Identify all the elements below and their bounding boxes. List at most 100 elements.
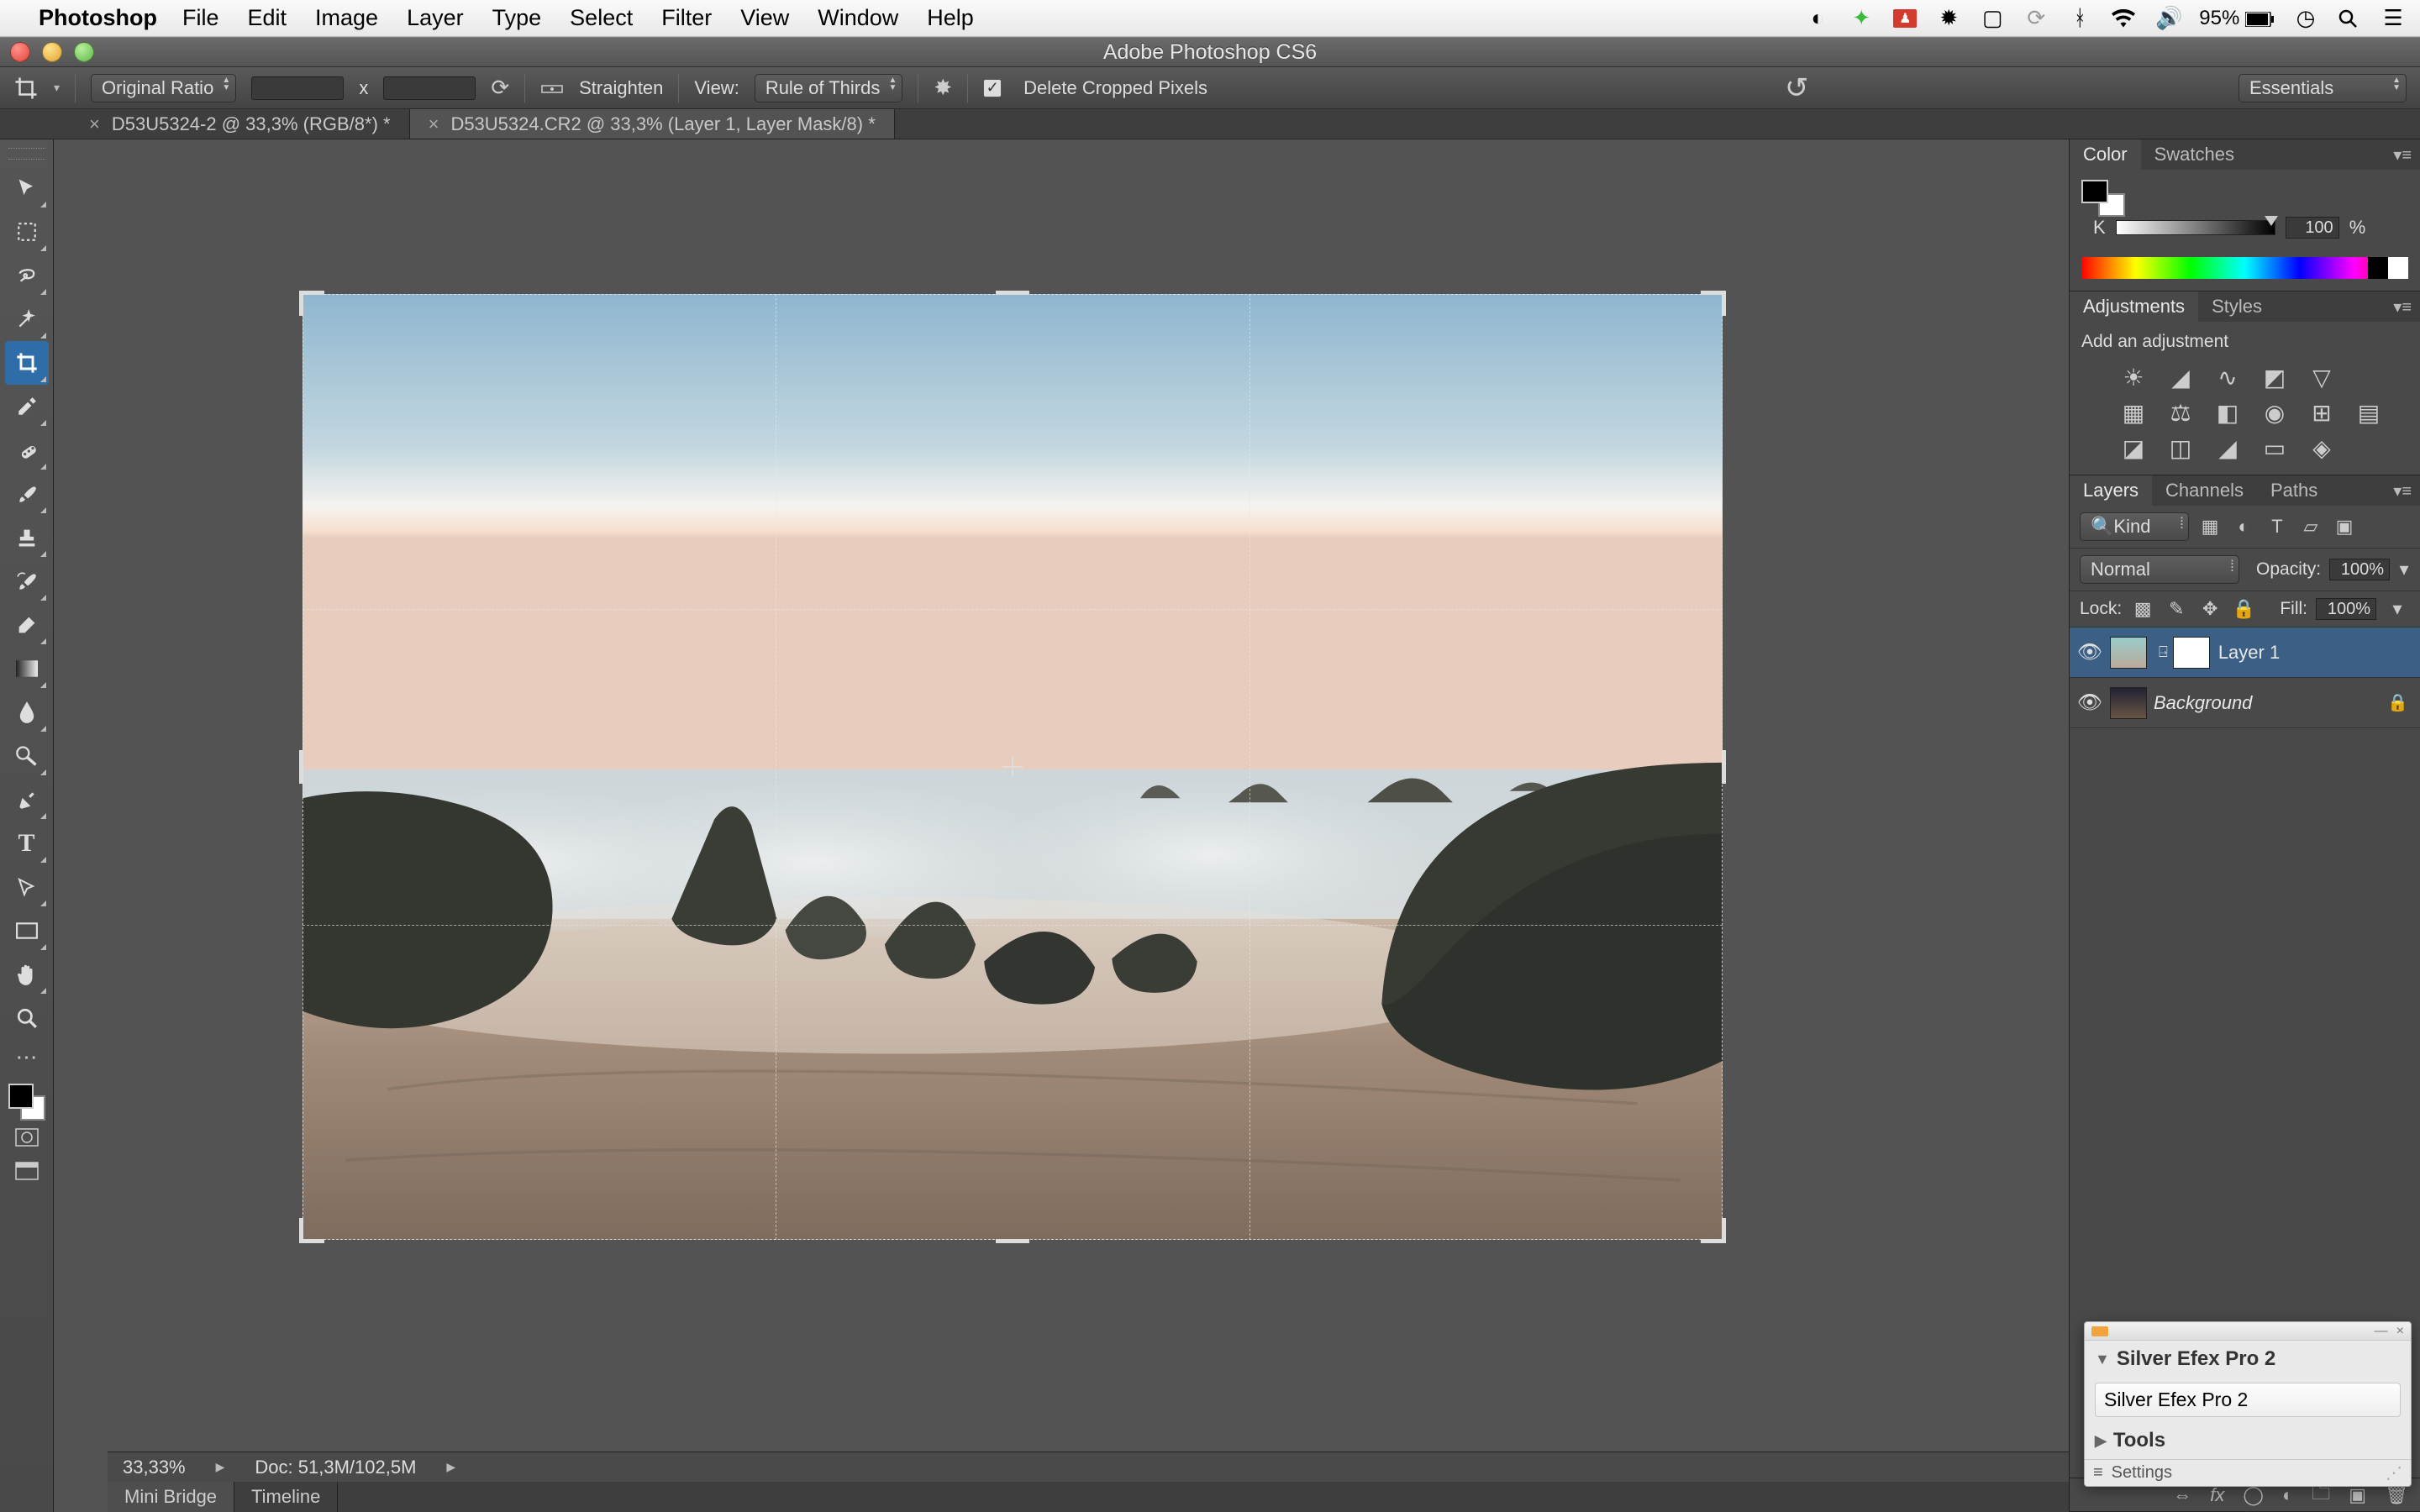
healing-tool[interactable]: [5, 428, 49, 472]
exposure-icon[interactable]: ◩: [2260, 364, 2290, 389]
straighten-icon[interactable]: [540, 79, 564, 97]
evernote-icon[interactable]: ✹: [1937, 5, 1960, 31]
delete-cropped-checkbox[interactable]: ✓: [983, 79, 1002, 97]
gradient-map-icon[interactable]: ▭: [2260, 434, 2290, 459]
eraser-tool[interactable]: [5, 603, 49, 647]
tab-swatches[interactable]: Swatches: [2141, 139, 2248, 170]
channel-mixer-icon[interactable]: ⊞: [2307, 399, 2337, 424]
tab-mini-bridge[interactable]: Mini Bridge: [108, 1482, 234, 1512]
workspace-dropdown[interactable]: Essentials▲▼: [2238, 74, 2407, 102]
blur-tool[interactable]: [5, 690, 49, 734]
mask-icon[interactable]: ◯: [2243, 1484, 2264, 1506]
visibility-icon[interactable]: 👁: [2070, 690, 2110, 715]
zoom-tool[interactable]: [5, 996, 49, 1040]
tab-layers[interactable]: Layers: [2070, 475, 2152, 506]
layer-thumb[interactable]: [2110, 687, 2147, 719]
color-swatches[interactable]: [8, 1084, 45, 1121]
crop-tool-icon[interactable]: [13, 76, 39, 101]
hue-icon[interactable]: ▦: [2118, 399, 2149, 424]
crop-handle-b[interactable]: [996, 1235, 1029, 1243]
close-icon[interactable]: ×: [89, 113, 100, 135]
plugin-settings-label[interactable]: Settings: [2112, 1463, 2172, 1483]
k-slider[interactable]: [2116, 220, 2275, 235]
reset-crop-icon[interactable]: ↺: [1785, 71, 1809, 105]
zoom-menu-icon[interactable]: ▶: [216, 1460, 225, 1474]
menu-filter[interactable]: Filter: [661, 5, 712, 31]
filter-shape-icon[interactable]: ▱: [2298, 516, 2323, 538]
filter-adjust-icon[interactable]: ◐: [2231, 516, 2256, 538]
type-tool[interactable]: T: [5, 822, 49, 865]
fill-menu-icon[interactable]: ▾: [2385, 598, 2410, 620]
new-layer-icon[interactable]: ▣: [2349, 1484, 2366, 1506]
crop-view-dropdown[interactable]: Rule of Thirds▲▼: [755, 74, 903, 102]
crop-handle-r[interactable]: [1718, 750, 1726, 784]
fx-icon[interactable]: fx: [2210, 1484, 2224, 1506]
visibility-icon[interactable]: 👁: [2070, 640, 2110, 664]
move-tool[interactable]: [5, 166, 49, 210]
delete-layer-icon[interactable]: 🗑: [2385, 1484, 2408, 1506]
plugin-close-icon[interactable]: ×: [2396, 1324, 2404, 1339]
tab-adjustments[interactable]: Adjustments: [2070, 291, 2198, 322]
gradient-tool[interactable]: [5, 647, 49, 690]
app-menu[interactable]: Photoshop: [39, 5, 157, 31]
selective-color-icon[interactable]: ◈: [2307, 434, 2337, 459]
color-balance-icon[interactable]: ⚖: [2165, 399, 2196, 424]
menu-help[interactable]: Help: [927, 5, 974, 31]
panel-menu-icon[interactable]: ▾≡: [2385, 139, 2420, 170]
plugin-settings-icon[interactable]: ≡: [2093, 1463, 2103, 1483]
plugin-panel[interactable]: — × ▼ Silver Efex Pro 2 Silver Efex Pro …: [2084, 1321, 2412, 1487]
layer-row[interactable]: 👁 ⍈ Layer 1: [2070, 627, 2420, 678]
crop-handle-tr[interactable]: [1701, 291, 1726, 316]
rotate-icon[interactable]: ⟳: [491, 75, 509, 101]
crop-handle-bl[interactable]: [299, 1218, 324, 1243]
plugin-resize-icon[interactable]: ⋰: [2386, 1462, 2402, 1483]
notifications-icon[interactable]: ☰: [2381, 5, 2405, 31]
document-tab[interactable]: × D53U5324.CR2 @ 33,3% (Layer 1, Layer M…: [410, 109, 895, 139]
dodge-tool[interactable]: [5, 734, 49, 778]
menu-file[interactable]: File: [182, 5, 219, 31]
straighten-label[interactable]: Straighten: [579, 77, 663, 99]
menu-edit[interactable]: Edit: [248, 5, 287, 31]
k-value-input[interactable]: [2286, 217, 2339, 239]
plugin-tools-header[interactable]: ▶ Tools: [2085, 1422, 2411, 1459]
blend-mode-dropdown[interactable]: Normal: [2080, 555, 2239, 584]
invert-icon[interactable]: ◪: [2118, 434, 2149, 459]
canvas-area[interactable]: 33,33% ▶ Doc: 51,3M/102,5M ▶ Mini Bridge…: [54, 139, 2069, 1512]
menu-select[interactable]: Select: [570, 5, 633, 31]
photo-filter-icon[interactable]: ◉: [2260, 399, 2290, 424]
lookup-icon[interactable]: ▤: [2354, 399, 2384, 424]
crop-tool[interactable]: [5, 341, 49, 385]
plugin-launch-button[interactable]: Silver Efex Pro 2: [2095, 1383, 2401, 1417]
history-brush-tool[interactable]: [5, 559, 49, 603]
opacity-menu-icon[interactable]: ▾: [2398, 559, 2410, 580]
lock-paint-icon[interactable]: ✎: [2164, 598, 2189, 620]
adjustment-layer-icon[interactable]: ◐: [2282, 1484, 2293, 1506]
pen-tool[interactable]: [5, 778, 49, 822]
airplay-icon[interactable]: ▢: [1981, 5, 2004, 31]
crop-overlay[interactable]: [302, 294, 1723, 1240]
marquee-tool[interactable]: [5, 210, 49, 254]
link-icon[interactable]: ⍈: [2159, 643, 2168, 661]
menu-layer[interactable]: Layer: [407, 5, 464, 31]
hand-tool[interactable]: [5, 953, 49, 996]
doc-menu-icon[interactable]: ▶: [446, 1460, 455, 1474]
brightness-icon[interactable]: ☀: [2118, 364, 2149, 389]
close-icon[interactable]: ×: [429, 113, 439, 135]
hue-strip[interactable]: [2081, 257, 2408, 279]
spotlight-icon[interactable]: [2338, 8, 2361, 29]
levels-icon[interactable]: ◢: [2165, 364, 2196, 389]
crop-width-input[interactable]: [251, 76, 344, 100]
lock-trans-icon[interactable]: ▩: [2130, 598, 2155, 620]
tab-styles[interactable]: Styles: [2198, 291, 2275, 322]
doc-size-readout[interactable]: Doc: 51,3M/102,5M: [255, 1457, 416, 1478]
tool-more-icon[interactable]: ⋯: [5, 1040, 49, 1074]
crop-handle-t[interactable]: [996, 291, 1029, 299]
filter-pixel-icon[interactable]: ▦: [2197, 516, 2223, 538]
crop-handle-br[interactable]: [1701, 1218, 1726, 1243]
crop-handle-l[interactable]: [299, 750, 308, 784]
puzzle-icon[interactable]: ✦: [1849, 5, 1873, 31]
crop-settings-icon[interactable]: ✸: [934, 75, 952, 101]
tab-channels[interactable]: Channels: [2152, 475, 2257, 506]
timemachine-icon[interactable]: ⟳: [2024, 5, 2048, 31]
plugin-titlebar[interactable]: — ×: [2085, 1322, 2411, 1341]
